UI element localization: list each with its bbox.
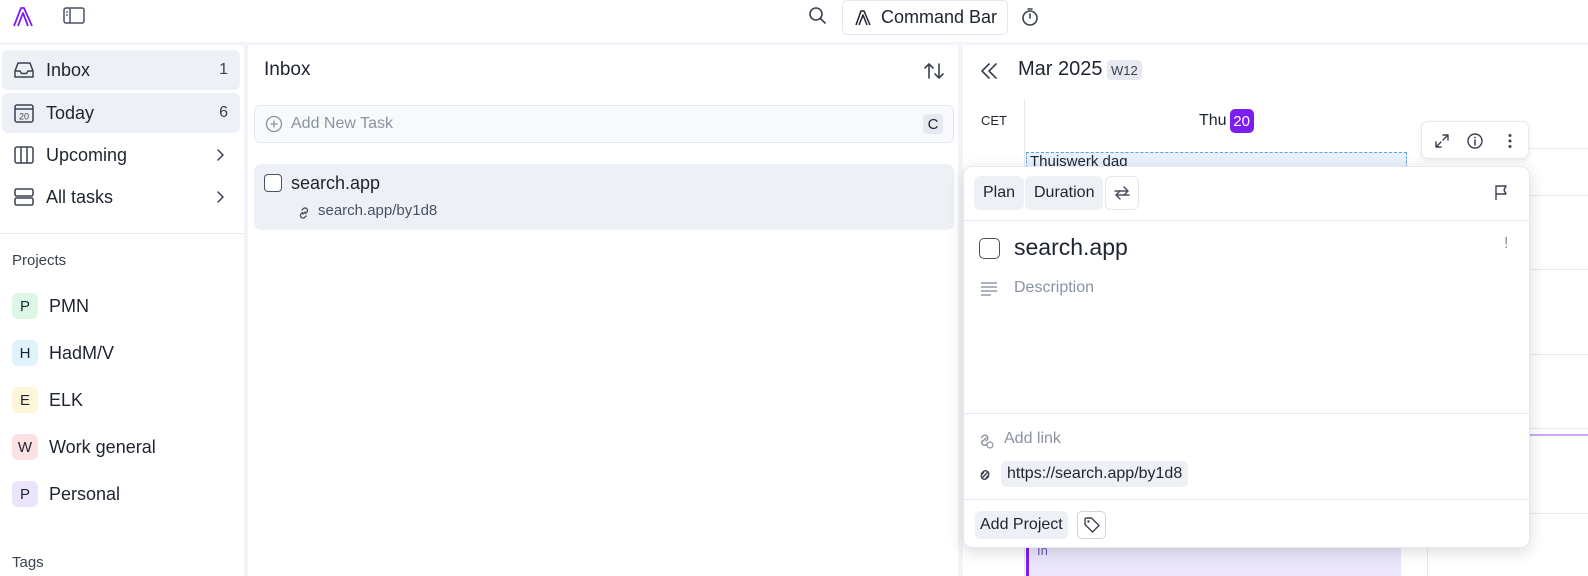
project-item-hadmv[interactable]: H HadM/V	[12, 338, 114, 368]
timezone-label: CET	[981, 113, 1007, 128]
week-badge: W12	[1107, 60, 1142, 80]
command-bar-label: Command Bar	[881, 7, 998, 27]
project-name: HadM/V	[49, 342, 115, 363]
day-header[interactable]: Thu 20	[1199, 109, 1254, 133]
plus-circle-icon	[265, 115, 283, 133]
inbox-panel: Inbox C search.app search.app/by1d8	[248, 45, 958, 576]
task-detail-popover: Plan Duration search.app ! Description A…	[963, 166, 1531, 548]
task-card[interactable]: search.app search.app/by1d8	[254, 164, 954, 230]
add-link-button[interactable]: Add link	[1004, 430, 1061, 448]
repeat-icon[interactable]	[1105, 176, 1139, 210]
project-item-pmn[interactable]: P PMN	[12, 291, 89, 321]
inbox-count: 1	[219, 61, 228, 78]
day-number-badge: 20	[1229, 109, 1254, 133]
task-link[interactable]: search.app/by1d8	[318, 202, 437, 219]
columns-icon	[12, 143, 36, 167]
project-badge: P	[12, 293, 38, 319]
chevron-right-icon	[212, 189, 228, 205]
chevron-right-icon	[212, 147, 228, 163]
shortcut-badge: C	[923, 114, 943, 134]
sidebar-item-label: Today	[46, 102, 95, 123]
command-bar-logo-icon	[853, 8, 873, 28]
add-task-input[interactable]	[291, 115, 891, 133]
project-name: Work general	[49, 436, 156, 457]
sidebar-item-today[interactable]: 20 Today 6	[2, 93, 240, 133]
expand-icon[interactable]	[1433, 132, 1451, 150]
flag-icon[interactable]	[1492, 184, 1510, 202]
inbox-icon	[12, 58, 36, 82]
project-badge: H	[12, 340, 38, 366]
project-name: ELK	[49, 389, 84, 410]
command-bar-button[interactable]: Command Bar	[842, 0, 1008, 35]
project-name: Personal	[49, 483, 121, 504]
double-chevron-left-icon[interactable]	[977, 59, 1001, 83]
sort-icon[interactable]	[922, 59, 946, 83]
timer-icon[interactable]	[1020, 7, 1040, 27]
calendar-today-icon: 20	[12, 101, 36, 125]
project-badge: P	[12, 481, 38, 507]
sidebar-item-inbox[interactable]: Inbox 1	[2, 50, 240, 90]
today-count: 6	[219, 104, 228, 121]
today-icon-date: 20	[19, 112, 29, 122]
task-checkbox[interactable]	[264, 174, 282, 192]
tags-heading: Tags	[12, 554, 44, 571]
plan-button[interactable]: Plan	[974, 176, 1025, 210]
more-vertical-icon[interactable]	[1501, 132, 1519, 150]
priority-button[interactable]: !	[1504, 235, 1508, 253]
add-task-bar[interactable]: C	[254, 105, 954, 143]
add-project-button[interactable]: Add Project	[975, 511, 1068, 539]
day-name: Thu	[1199, 112, 1227, 129]
page-title: Inbox	[264, 59, 311, 80]
link-icon	[296, 205, 312, 221]
sidebar-toggle-icon[interactable]	[62, 6, 86, 26]
task-title: search.app	[291, 173, 381, 193]
app-logo-icon[interactable]	[10, 4, 36, 30]
add-link-icon	[975, 430, 995, 450]
divider	[964, 220, 1531, 221]
sidebar-item-all-tasks[interactable]: All tasks	[2, 177, 240, 217]
sidebar-divider	[0, 233, 244, 234]
link-icon	[975, 465, 995, 485]
sidebar-item-upcoming[interactable]: Upcoming	[2, 135, 240, 175]
sidebar-item-label: Upcoming	[46, 144, 128, 165]
top-bar: Command Bar	[0, 0, 1588, 42]
text-lines-icon	[979, 280, 999, 298]
divider	[964, 413, 1531, 414]
calendar-month: Mar 2025	[1018, 58, 1103, 80]
task-detail-title[interactable]: search.app	[1014, 234, 1128, 261]
description-input[interactable]: Description	[1014, 279, 1094, 297]
projects-heading: Projects	[12, 252, 67, 269]
sidebar-item-label: All tasks	[46, 186, 114, 207]
tag-icon[interactable]	[1077, 511, 1106, 539]
sidebar-item-label: Inbox	[46, 59, 91, 80]
task-checkbox[interactable]	[979, 238, 1000, 259]
project-item-personal[interactable]: P Personal	[12, 479, 120, 509]
sidebar: Inbox 1 20 Today 6 Upcoming All tasks Pr…	[0, 45, 244, 576]
duration-button[interactable]: Duration	[1025, 176, 1104, 210]
search-icon[interactable]	[808, 6, 828, 26]
project-badge: E	[12, 387, 38, 413]
project-badge: W	[12, 434, 38, 460]
project-name: PMN	[49, 295, 89, 316]
task-link-chip[interactable]: https://search.app/by1d8	[1001, 461, 1189, 487]
info-icon[interactable]	[1466, 132, 1484, 150]
divider	[964, 499, 1531, 500]
project-item-work-general[interactable]: W Work general	[12, 432, 156, 462]
task-detail-toolbar	[1421, 121, 1529, 159]
project-item-elk[interactable]: E ELK	[12, 385, 83, 415]
stack-icon	[12, 185, 36, 209]
